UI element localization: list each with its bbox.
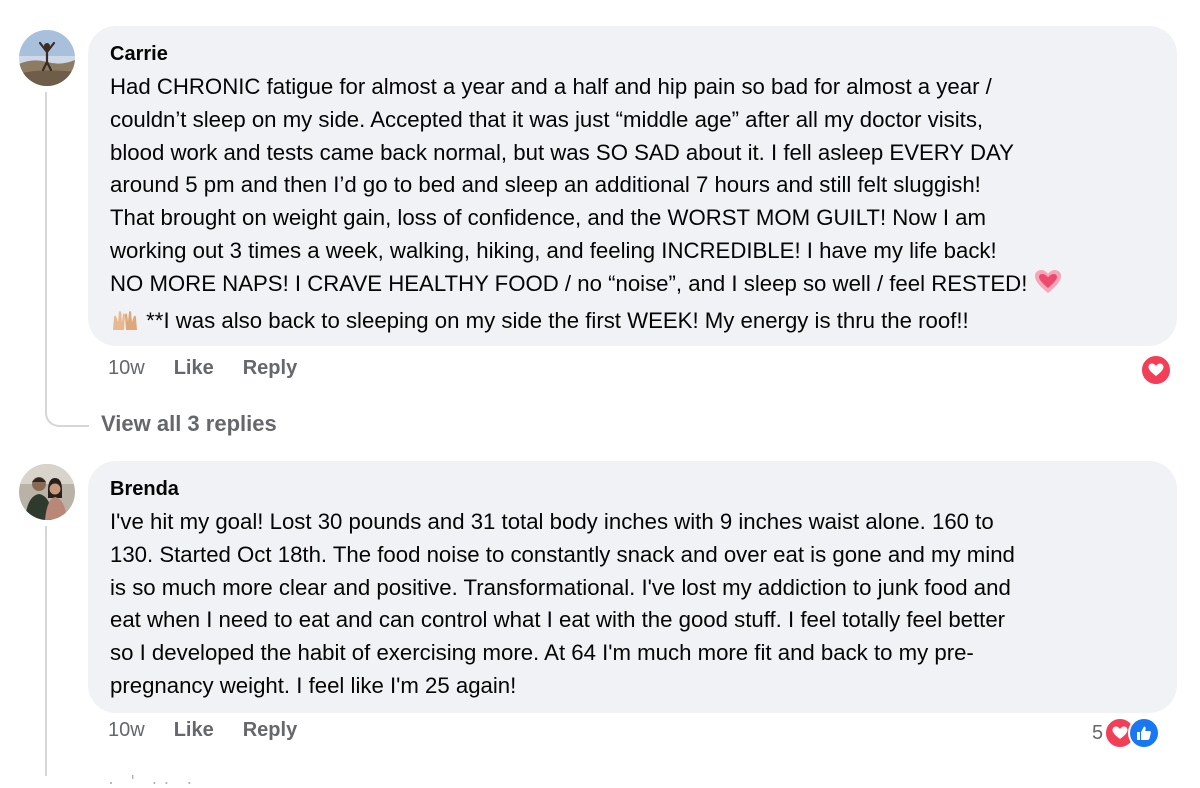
reaction-summary[interactable] (1140, 354, 1172, 386)
comment-actions: 10w Like Reply (108, 357, 326, 380)
avatar[interactable] (19, 464, 75, 520)
comment-line: pregnancy weight. I feel like I'm 25 aga… (110, 672, 517, 698)
like-button[interactable]: Like (174, 357, 214, 380)
comment-line: Had CHRONIC fatigue for almost a year an… (110, 74, 992, 99)
like-reaction-icon (1128, 717, 1161, 749)
comment-line: eat when I need to eat and can control w… (110, 607, 1006, 633)
thread-connector (45, 395, 89, 427)
thread-line (45, 526, 47, 776)
comment-timestamp[interactable]: 10w (108, 719, 145, 742)
raised-hands-emoji (110, 308, 140, 342)
growing-heart-emoji (1034, 269, 1062, 305)
comment-author[interactable]: Brenda (110, 475, 1155, 503)
comment-actions: 10w Like Reply (108, 719, 326, 742)
reply-button[interactable]: Reply (243, 719, 297, 742)
reply-button[interactable]: Reply (243, 357, 297, 380)
comment-line: **I was also back to sleeping on my side… (146, 307, 969, 333)
comment-line: 130. Started Oct 18th. The food noise to… (110, 541, 1015, 567)
view-replies-link[interactable]: View all 3 replies (101, 411, 277, 437)
comment-line: couldn’t sleep on my side. Accepted that… (110, 106, 984, 132)
comment-text: I've hit my goal! Lost 30 pounds and 31 … (110, 506, 1155, 703)
comment-line: is so much more clear and positive. Tran… (110, 574, 1011, 600)
like-button[interactable]: Like (174, 719, 214, 742)
comment-line: so I developed the habit of exercising m… (110, 640, 974, 666)
comment-line: working out 3 times a week, walking, hik… (110, 237, 997, 263)
love-reaction-icon (1140, 354, 1172, 386)
comment-line: I've hit my goal! Lost 30 pounds and 31 … (110, 509, 994, 534)
comment-bubble: Carrie Had CHRONIC fatigue for almost a … (88, 26, 1177, 346)
avatar[interactable] (19, 30, 75, 86)
comment-line: blood work and tests came back normal, b… (110, 139, 1014, 165)
comment-line: NO MORE NAPS! I CRAVE HEALTHY FOOD / no … (110, 270, 1028, 296)
comment-text: Had CHRONIC fatigue for almost a year an… (110, 71, 1155, 341)
comment-line: That brought on weight gain, loss of con… (110, 205, 986, 231)
comment-timestamp[interactable]: 10w (108, 357, 145, 380)
reaction-summary[interactable]: 5 (1092, 717, 1161, 749)
thread-line (45, 92, 47, 412)
comment-line: around 5 pm and then I’d go to bed and s… (110, 172, 981, 198)
reaction-count: 5 (1092, 721, 1104, 744)
comment-bubble: Brenda I've hit my goal! Lost 30 pounds … (88, 461, 1177, 713)
comment-author[interactable]: Carrie (110, 40, 1155, 68)
cutoff-next-comment: · ' ·· · (108, 772, 199, 788)
